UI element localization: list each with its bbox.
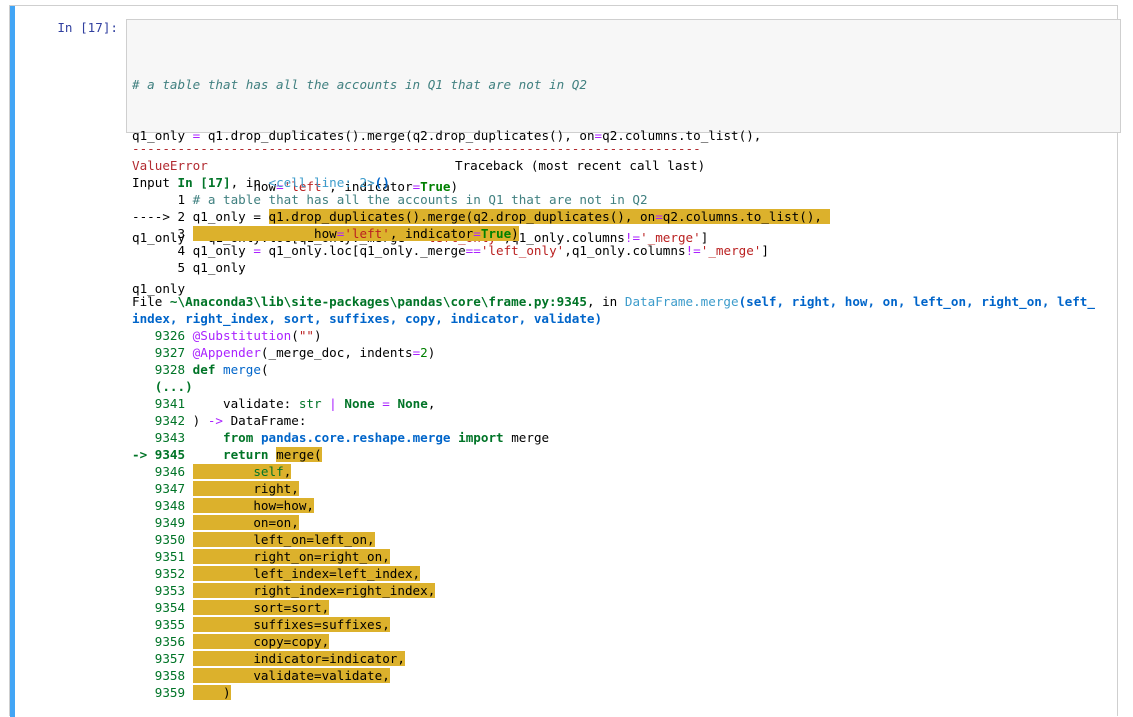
- function-name: DataFrame.merge: [624, 294, 739, 309]
- traceback-separator: ----------------------------------------…: [132, 141, 701, 156]
- frame-line-9356: 9356 copy=copy,: [132, 634, 330, 649]
- code-comment: # a table that has all the accounts in Q…: [132, 77, 587, 92]
- code-line-1: # a table that has all the accounts in Q…: [132, 76, 761, 93]
- cell-frame-line-1: 1 # a table that has all the accounts in…: [132, 192, 648, 207]
- traceback-error-line: ValueError Traceback (most recent call la…: [132, 157, 705, 174]
- frame-line-ellipsis: (...): [132, 379, 193, 394]
- cell-frame-line-4: 4 q1_only = q1_only.loc[q1_only._merge==…: [132, 243, 769, 258]
- highlighted-code: how='left', indicator=True): [192, 226, 519, 241]
- notebook-cell[interactable]: In [17]: # a table that has all the acco…: [9, 5, 1121, 717]
- frame-line-9346: 9346 self,: [132, 464, 292, 479]
- cell-location: <cell line: 2>: [268, 175, 375, 190]
- error-type: ValueError: [132, 158, 208, 173]
- frame-line-9349: 9349 on=on,: [132, 515, 299, 530]
- frame-line-9352: 9352 left_index=left_index,: [132, 566, 421, 581]
- frame-line-9327: 9327 @Appender(_merge_doc, indents=2): [132, 345, 436, 360]
- frame-line-9351: 9351 right_on=right_on,: [132, 549, 390, 564]
- file-ref-args-line: index, right_index, sort, suffixes, copy…: [132, 311, 603, 326]
- cell-ref: In [17]: [177, 175, 231, 190]
- cell-frame-line-2: ----> 2 q1_only = q1.drop_duplicates().m…: [132, 209, 830, 224]
- frame-line-9357: 9357 indicator=indicator,: [132, 651, 405, 666]
- input-ref-line: Input In [17], in <cell line: 2>(): [132, 175, 390, 190]
- frame-line-9347: 9347 right,: [132, 481, 299, 496]
- frame-line-9341: 9341 validate: str | None = None,: [132, 396, 436, 411]
- frame-line-9343: 9343 from pandas.core.reshape.merge impo…: [132, 430, 550, 445]
- frame-line-9353: 9353 right_index=right_index,: [132, 583, 436, 598]
- frame-line-9326: 9326 @Substitution(""): [132, 328, 322, 343]
- highlighted-code: q1.drop_duplicates().merge(q2.drop_dupli…: [268, 209, 830, 224]
- frame-line-9355: 9355 suffixes=suffixes,: [132, 617, 390, 632]
- frame-line-9328: 9328 def merge(: [132, 362, 269, 377]
- frame-line-9350: 9350 left_on=left_on,: [132, 532, 375, 547]
- frame-line-9354: 9354 sort=sort,: [132, 600, 330, 615]
- frame-line-9345: -> 9345 return merge(: [132, 447, 322, 462]
- frame-line-9358: 9358 validate=validate,: [132, 668, 390, 683]
- input-prompt: In [17]:: [57, 20, 118, 35]
- cell-frame-line-5: 5 q1_only: [132, 260, 246, 275]
- file-path: ~\Anaconda3\lib\site-packages\pandas\cor…: [169, 294, 587, 309]
- frame-line-9348: 9348 how=how,: [132, 498, 314, 513]
- frame-line-9359: 9359 ): [132, 685, 231, 700]
- cell-frame-line-3: 3 how='left', indicator=True): [132, 226, 519, 241]
- frame-line-9342: 9342 ) -> DataFrame:: [132, 413, 307, 428]
- cell-selection-bar: [10, 6, 15, 717]
- traceback-header: Traceback (most recent call last): [455, 158, 706, 173]
- file-ref-line: File ~\Anaconda3\lib\site-packages\panda…: [132, 294, 1095, 309]
- code-input-area[interactable]: # a table that has all the accounts in Q…: [126, 19, 1121, 296]
